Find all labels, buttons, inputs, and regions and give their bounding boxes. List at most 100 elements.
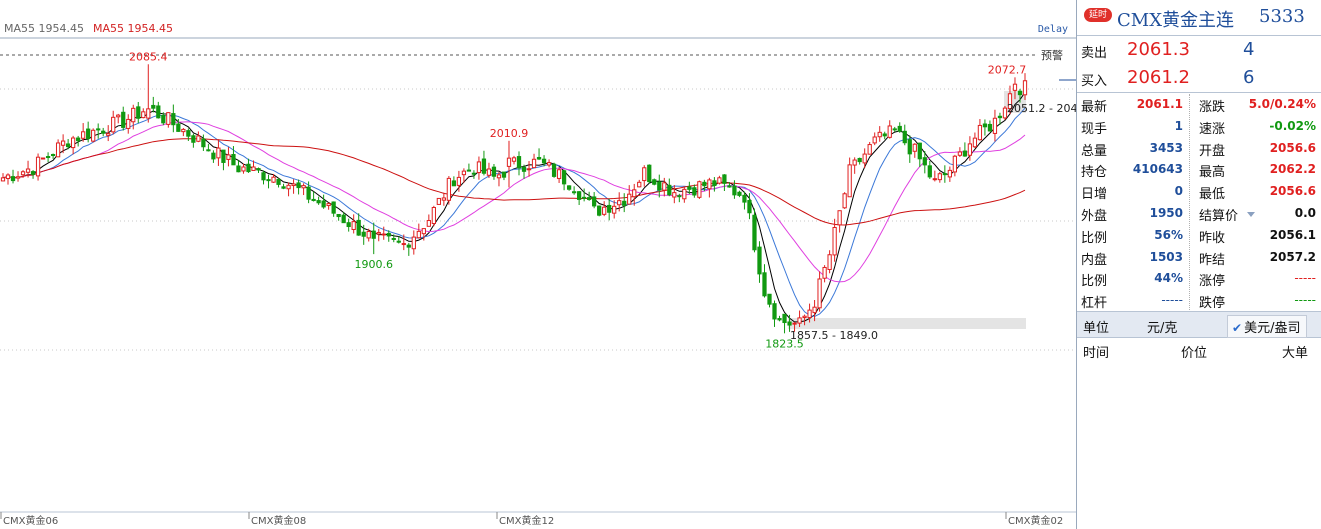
candle-down[interactable] bbox=[231, 153, 236, 166]
candle-down[interactable] bbox=[692, 187, 697, 196]
candle-down[interactable] bbox=[136, 106, 141, 119]
candle-up[interactable] bbox=[937, 173, 942, 181]
candle-up[interactable] bbox=[972, 137, 978, 148]
candle-down[interactable] bbox=[471, 172, 477, 175]
candle-up[interactable] bbox=[496, 174, 502, 179]
candle-up[interactable] bbox=[301, 185, 306, 189]
candle-up[interactable] bbox=[967, 143, 973, 156]
candle-up[interactable] bbox=[40, 157, 46, 160]
candle-down[interactable] bbox=[501, 171, 507, 178]
candle-down[interactable] bbox=[311, 198, 316, 202]
candle-down[interactable] bbox=[281, 186, 286, 189]
candle-up[interactable] bbox=[627, 193, 632, 205]
candle-up[interactable] bbox=[421, 228, 426, 235]
candle-down[interactable] bbox=[201, 138, 206, 148]
candle-down[interactable] bbox=[536, 157, 542, 160]
unit-option-cny[interactable]: 元/克 bbox=[1147, 317, 1177, 336]
candle-down[interactable] bbox=[336, 213, 341, 218]
candle-up[interactable] bbox=[71, 137, 76, 149]
candle-down[interactable] bbox=[30, 171, 36, 175]
candle-down[interactable] bbox=[722, 174, 727, 184]
candle-down[interactable] bbox=[551, 163, 557, 177]
candle-up[interactable] bbox=[707, 179, 712, 190]
candle-down[interactable] bbox=[907, 139, 912, 155]
candle-down[interactable] bbox=[712, 180, 717, 186]
candle-up[interactable] bbox=[25, 168, 31, 173]
candle-up[interactable] bbox=[146, 108, 151, 119]
candle-down[interactable] bbox=[922, 157, 927, 166]
candle-up[interactable] bbox=[436, 197, 441, 205]
candle-down[interactable] bbox=[582, 196, 587, 199]
candle-up[interactable] bbox=[216, 147, 221, 159]
candle-up[interactable] bbox=[852, 159, 857, 166]
candle-down[interactable] bbox=[65, 143, 71, 148]
candle-down[interactable] bbox=[677, 195, 682, 198]
candle-up[interactable] bbox=[672, 192, 677, 198]
candle-up[interactable] bbox=[912, 143, 917, 152]
candle-down[interactable] bbox=[747, 199, 752, 214]
candle-up[interactable] bbox=[797, 317, 802, 324]
candle-up[interactable] bbox=[556, 169, 562, 179]
candle-up[interactable] bbox=[802, 315, 807, 318]
candle-down[interactable] bbox=[777, 318, 782, 321]
candle-down[interactable] bbox=[206, 149, 211, 152]
candle-up[interactable] bbox=[106, 133, 111, 136]
candle-up[interactable] bbox=[617, 200, 622, 206]
candle-up[interactable] bbox=[141, 111, 146, 119]
candle-down[interactable] bbox=[391, 237, 396, 240]
candle-up[interactable] bbox=[241, 166, 246, 172]
contract-title[interactable]: CMX黄金主连 bbox=[1117, 6, 1234, 32]
candlestick-chart[interactable]: 2085.4 2010.9 2072.7 1900.6 1823.5 2051.2 - 2… bbox=[0, 0, 1076, 529]
candle-up[interactable] bbox=[662, 182, 667, 191]
candle-up[interactable] bbox=[992, 117, 998, 134]
candle-down[interactable] bbox=[576, 191, 582, 200]
candle-down[interactable] bbox=[221, 149, 226, 163]
candle-up[interactable] bbox=[832, 227, 837, 256]
candle-down[interactable] bbox=[356, 219, 361, 236]
candle-down[interactable] bbox=[96, 128, 101, 131]
candle-up[interactable] bbox=[977, 124, 983, 141]
candle-up[interactable] bbox=[947, 169, 952, 178]
candle-down[interactable] bbox=[466, 169, 472, 172]
candle-down[interactable] bbox=[396, 240, 401, 243]
candle-up[interactable] bbox=[862, 153, 867, 164]
candle-up[interactable] bbox=[286, 184, 291, 190]
candle-down[interactable] bbox=[191, 135, 196, 143]
candle-down[interactable] bbox=[727, 185, 732, 188]
candle-up[interactable] bbox=[486, 168, 492, 176]
candle-down[interactable] bbox=[361, 231, 366, 237]
candle-up[interactable] bbox=[837, 210, 842, 226]
bid-row[interactable]: 买入 2061.2 6 bbox=[1077, 64, 1321, 93]
candle-up[interactable] bbox=[546, 162, 552, 166]
candle-up[interactable] bbox=[1022, 80, 1028, 96]
candle-down[interactable] bbox=[246, 163, 251, 173]
candle-up[interactable] bbox=[55, 142, 61, 158]
candle-down[interactable] bbox=[772, 303, 777, 320]
candle-up[interactable] bbox=[351, 221, 356, 231]
candle-up[interactable] bbox=[461, 170, 467, 176]
candle-up[interactable] bbox=[81, 131, 86, 139]
candle-down[interactable] bbox=[732, 185, 737, 196]
candle-up[interactable] bbox=[196, 135, 201, 142]
candle-up[interactable] bbox=[887, 125, 892, 138]
candle-up[interactable] bbox=[181, 128, 186, 133]
candle-up[interactable] bbox=[952, 155, 957, 173]
candle-down[interactable] bbox=[331, 201, 336, 214]
candle-down[interactable] bbox=[406, 244, 411, 248]
candle-down[interactable] bbox=[516, 156, 522, 169]
candle-down[interactable] bbox=[702, 181, 707, 187]
candle-up[interactable] bbox=[847, 164, 852, 198]
candle-up[interactable] bbox=[166, 112, 171, 125]
candle-up[interactable] bbox=[456, 176, 462, 186]
candle-down[interactable] bbox=[1017, 90, 1023, 96]
candle-up[interactable] bbox=[411, 236, 416, 250]
candle-down[interactable] bbox=[45, 156, 51, 159]
candle-down[interactable] bbox=[566, 185, 572, 190]
candle-up[interactable] bbox=[506, 157, 512, 167]
quote-label[interactable]: 结算价 bbox=[1199, 205, 1238, 224]
candle-down[interactable] bbox=[592, 196, 597, 207]
candle-up[interactable] bbox=[1012, 83, 1018, 91]
candle-up[interactable] bbox=[526, 168, 532, 171]
candle-down[interactable] bbox=[752, 214, 757, 251]
candle-down[interactable] bbox=[787, 321, 792, 326]
